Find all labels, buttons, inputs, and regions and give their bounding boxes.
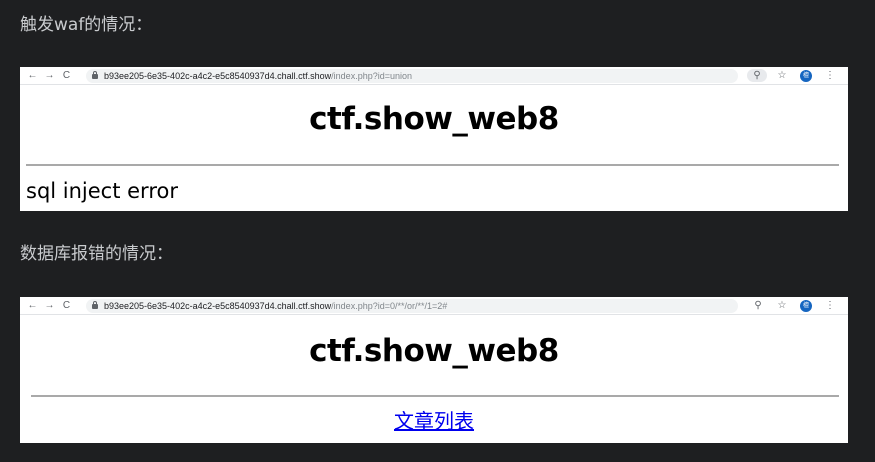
url-path: /index.php?id=0/**/or/**/1=2# [331, 300, 448, 311]
menu-icon[interactable]: ⋮ [818, 70, 842, 81]
caption-waf: 触发waf的情况： [20, 15, 153, 35]
page-title: ctf.show_web8 [309, 333, 559, 369]
profile-avatar[interactable]: 檀 [800, 300, 812, 312]
lock-icon [92, 301, 98, 309]
address-bar[interactable]: b93ee205-6e35-402c-a4c2-e5c8540937d4.cha… [86, 68, 738, 83]
url-host: b93ee205-6e35-402c-a4c2-e5c8540937d4.cha… [104, 70, 332, 81]
back-icon[interactable]: ← [24, 297, 41, 314]
browser-screenshot-db-error: ← → C b93ee205-6e35-402c-a4c2-e5c8540937… [20, 297, 848, 443]
url-path: /index.php?id=union [331, 70, 412, 81]
caption-db-error: 数据库报错的情况： [20, 244, 173, 264]
address-bar[interactable]: b93ee205-6e35-402c-a4c2-e5c8540937d4.cha… [86, 298, 738, 313]
lock-icon [92, 71, 98, 79]
forward-icon[interactable]: → [41, 67, 58, 84]
article-list-link[interactable]: 文章列表 [20, 409, 848, 433]
profile-avatar[interactable]: 檀 [800, 70, 812, 82]
toolbar-actions: ⚲ ☆ 檀 ⋮ [746, 299, 848, 312]
divider [26, 164, 839, 166]
error-message: sql inject error [26, 179, 178, 203]
forward-icon[interactable]: → [41, 297, 58, 314]
toolbar-actions: ⚲ ☆ 檀 ⋮ [746, 69, 848, 82]
zoom-icon[interactable]: ⚲ [746, 300, 770, 311]
zoom-icon[interactable]: ⚲ [747, 69, 767, 82]
menu-icon[interactable]: ⋮ [818, 300, 842, 311]
url-host: b93ee205-6e35-402c-a4c2-e5c8540937d4.cha… [104, 300, 332, 311]
divider [31, 395, 839, 397]
browser-toolbar: ← → C b93ee205-6e35-402c-a4c2-e5c8540937… [20, 67, 848, 85]
reload-icon[interactable]: C [58, 297, 75, 314]
nav-buttons: ← → C [20, 67, 86, 84]
star-icon[interactable]: ☆ [770, 70, 794, 81]
browser-toolbar: ← → C b93ee205-6e35-402c-a4c2-e5c8540937… [20, 297, 848, 315]
page-title: ctf.show_web8 [309, 101, 559, 137]
back-icon[interactable]: ← [24, 67, 41, 84]
star-icon[interactable]: ☆ [770, 300, 794, 311]
reload-icon[interactable]: C [58, 67, 75, 84]
browser-screenshot-waf: ← → C b93ee205-6e35-402c-a4c2-e5c8540937… [20, 67, 848, 211]
nav-buttons: ← → C [20, 297, 86, 314]
